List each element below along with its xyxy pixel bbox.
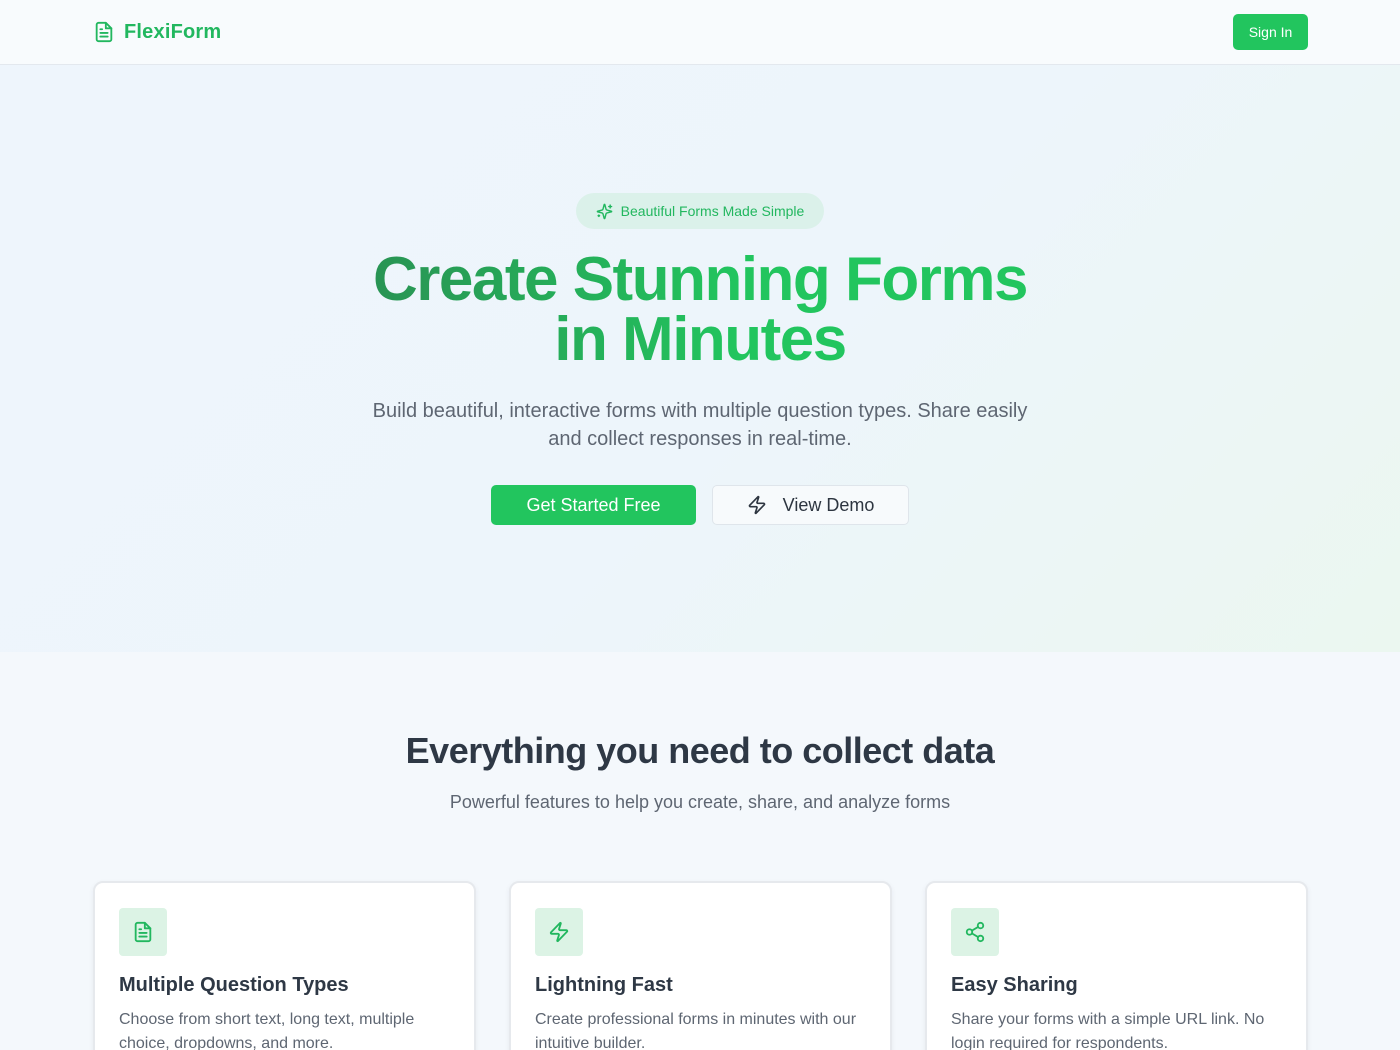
hero-subtitle: Build beautiful, interactive forms with … — [372, 400, 1028, 450]
feature-card-description: Create professional forms in minutes wit… — [535, 1011, 857, 1050]
sign-in-button[interactable]: Sign In — [1233, 14, 1308, 50]
lightning-icon — [748, 495, 765, 515]
share-icon — [965, 921, 985, 943]
sparkles-icon — [596, 203, 613, 219]
brand-name: FlexiForm — [124, 20, 222, 43]
features-subtitle: Powerful features to help you create, sh… — [449, 792, 951, 812]
hero-title-line-2: in Minutes — [554, 305, 846, 374]
view-demo-button[interactable]: View Demo — [712, 485, 909, 525]
document-icon — [95, 21, 113, 43]
feature-card-description: Share your forms with a simple URL link.… — [951, 1011, 1265, 1050]
feature-icon-box — [119, 908, 167, 956]
feature-card-question-types: Multiple Question Types Choose from shor… — [93, 881, 476, 1050]
view-demo-label: View Demo — [782, 494, 875, 515]
feature-icon-box — [951, 908, 999, 956]
hero-badge-label: Beautiful Forms Made Simple — [620, 203, 805, 219]
hero-title-line-1: Create Stunning Forms — [372, 245, 1027, 314]
hero-section: Beautiful Forms Made Simple Create Stunn… — [0, 65, 1400, 652]
feature-card-description: Choose from short text, long text, multi… — [119, 1011, 415, 1050]
brand-logo[interactable]: FlexiForm — [93, 19, 221, 45]
hero-title: Create Stunning Forms in Minutes — [300, 250, 1100, 370]
feature-card-easy-sharing: Easy Sharing Share your forms with a sim… — [925, 881, 1308, 1050]
feature-icon-box — [535, 908, 583, 956]
hero-badge: Beautiful Forms Made Simple — [576, 193, 824, 229]
features-title: Everything you need to collect data — [405, 730, 995, 771]
top-nav: FlexiForm Sign In — [0, 0, 1400, 65]
feature-card-lightning-fast: Lightning Fast Create professional forms… — [509, 881, 892, 1050]
feature-card-title: Easy Sharing — [951, 974, 1078, 996]
get-started-button[interactable]: Get Started Free — [491, 485, 696, 525]
lightning-icon — [549, 921, 569, 943]
feature-card-title: Lightning Fast — [535, 974, 673, 996]
document-icon — [134, 921, 152, 943]
feature-card-title: Multiple Question Types — [119, 974, 349, 996]
